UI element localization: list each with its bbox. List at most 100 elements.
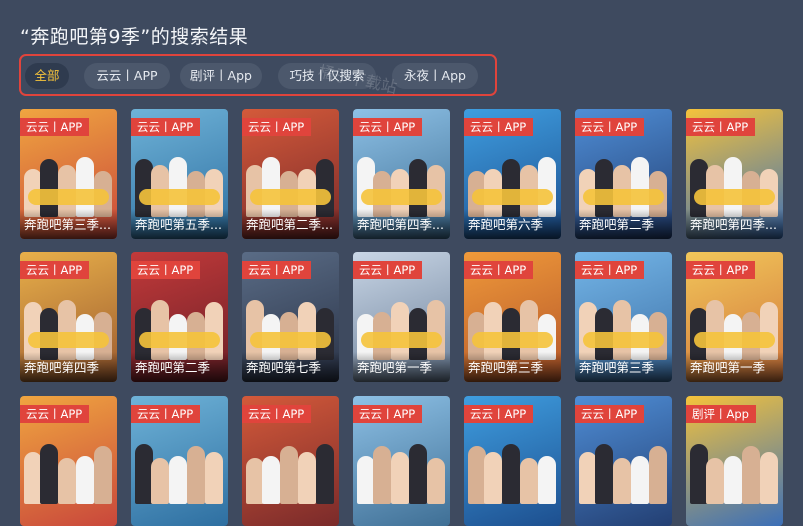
source-tag: 云云丨APP bbox=[20, 405, 90, 423]
poster-figure bbox=[205, 452, 223, 504]
poster-figure bbox=[760, 452, 778, 504]
poster-figures bbox=[242, 147, 339, 217]
show-logo bbox=[694, 189, 775, 205]
poster-figure bbox=[58, 458, 76, 504]
show-logo bbox=[361, 189, 442, 205]
poster-figures bbox=[20, 290, 117, 360]
poster-figures bbox=[464, 147, 561, 217]
result-card[interactable]: 云云丨APP 奔跑吧第二季 bbox=[575, 109, 672, 239]
result-title: 奔跑吧第七季 bbox=[246, 360, 322, 375]
result-title: 奔跑吧第一季 bbox=[690, 360, 766, 375]
source-tag: 云云丨APP bbox=[353, 261, 423, 279]
poster-figure bbox=[631, 456, 649, 504]
poster-figure bbox=[169, 456, 187, 504]
result-card[interactable]: 云云丨APP 奔跑吧第五季... bbox=[131, 109, 228, 239]
result-card[interactable]: 云云丨APP 奔跑吧第六季 bbox=[464, 109, 561, 239]
result-card[interactable]: 云云丨APP 奔跑吧第三季 bbox=[575, 252, 672, 382]
result-title: 奔跑吧第一季 bbox=[357, 360, 433, 375]
results-grid: 云云丨APP 奔跑吧第三季... 云云丨APP 奔跑吧第五季... 云云丨APP 奔跑吧第… bbox=[0, 0, 803, 526]
show-logo bbox=[28, 332, 109, 348]
result-title: 奔跑吧第二季... bbox=[246, 217, 333, 232]
poster-figure bbox=[40, 444, 58, 504]
result-card[interactable]: 剧评丨App bbox=[686, 396, 783, 526]
poster-figure bbox=[151, 300, 169, 360]
result-card[interactable]: 云云丨APP 奔跑吧第二季... bbox=[242, 109, 339, 239]
poster-figures bbox=[242, 434, 339, 504]
result-card[interactable]: 云云丨APP 奔跑吧第四季... bbox=[353, 109, 450, 239]
result-card[interactable]: 云云丨APP bbox=[464, 396, 561, 526]
poster-figure bbox=[538, 157, 556, 217]
show-logo bbox=[139, 332, 220, 348]
result-title: 奔跑吧第三季... bbox=[24, 217, 111, 232]
poster-figure bbox=[706, 300, 724, 360]
show-logo bbox=[694, 332, 775, 348]
source-tag: 云云丨APP bbox=[353, 118, 423, 136]
poster-figures bbox=[20, 434, 117, 504]
result-card[interactable]: 云云丨APP 奔跑吧第七季 bbox=[242, 252, 339, 382]
result-card[interactable]: 云云丨APP bbox=[20, 396, 117, 526]
source-tag: 云云丨APP bbox=[242, 118, 312, 136]
result-title: 奔跑吧第四季 bbox=[24, 360, 100, 375]
source-tag: 云云丨APP bbox=[131, 261, 201, 279]
result-card[interactable]: 云云丨APP bbox=[575, 396, 672, 526]
result-card[interactable]: 云云丨APP 奔跑吧第四季... bbox=[686, 109, 783, 239]
poster-figures bbox=[353, 434, 450, 504]
poster-figure bbox=[94, 446, 112, 504]
source-tag: 云云丨APP bbox=[20, 118, 90, 136]
source-tag: 云云丨APP bbox=[686, 118, 756, 136]
poster-figures bbox=[575, 434, 672, 504]
poster-figure bbox=[520, 458, 538, 504]
poster-figure bbox=[427, 300, 445, 360]
poster-figure bbox=[613, 300, 631, 360]
poster-figure bbox=[298, 452, 316, 504]
source-tag: 云云丨APP bbox=[20, 261, 90, 279]
show-logo bbox=[472, 189, 553, 205]
result-card[interactable]: 云云丨APP 奔跑吧第三季... bbox=[20, 109, 117, 239]
source-tag: 云云丨APP bbox=[131, 118, 201, 136]
source-tag: 云云丨APP bbox=[131, 405, 201, 423]
poster-figures bbox=[353, 290, 450, 360]
poster-figure bbox=[391, 452, 409, 504]
poster-figure bbox=[631, 157, 649, 217]
show-logo bbox=[583, 189, 664, 205]
source-tag: 云云丨APP bbox=[242, 261, 312, 279]
poster-figure bbox=[742, 446, 760, 504]
poster-figure bbox=[262, 456, 280, 504]
show-logo bbox=[250, 332, 331, 348]
result-card[interactable]: 云云丨APP 奔跑吧第四季 bbox=[20, 252, 117, 382]
poster-figure bbox=[76, 157, 94, 217]
poster-figure bbox=[76, 456, 94, 504]
poster-figures bbox=[131, 290, 228, 360]
poster-figures bbox=[575, 290, 672, 360]
show-logo bbox=[250, 189, 331, 205]
result-card[interactable]: 云云丨APP bbox=[242, 396, 339, 526]
poster-figure bbox=[538, 456, 556, 504]
poster-figure bbox=[649, 446, 667, 504]
show-logo bbox=[472, 332, 553, 348]
poster-figures bbox=[20, 147, 117, 217]
poster-figure bbox=[316, 444, 334, 504]
show-logo bbox=[28, 189, 109, 205]
result-title: 奔跑吧第三季 bbox=[468, 360, 544, 375]
poster-figures bbox=[242, 290, 339, 360]
result-card[interactable]: 云云丨APP 奔跑吧第二季 bbox=[131, 252, 228, 382]
poster-figure bbox=[613, 458, 631, 504]
source-tag: 剧评丨App bbox=[686, 405, 756, 423]
show-logo bbox=[139, 189, 220, 205]
result-card[interactable]: 云云丨APP 奔跑吧第三季 bbox=[464, 252, 561, 382]
poster-figures bbox=[686, 290, 783, 360]
result-title: 奔跑吧第六季 bbox=[468, 217, 544, 232]
result-card[interactable]: 云云丨APP 奔跑吧第一季 bbox=[686, 252, 783, 382]
result-card[interactable]: 云云丨APP 奔跑吧第一季 bbox=[353, 252, 450, 382]
source-tag: 云云丨APP bbox=[464, 405, 534, 423]
result-title: 奔跑吧第四季... bbox=[357, 217, 444, 232]
poster-figure bbox=[724, 456, 742, 504]
poster-figures bbox=[686, 147, 783, 217]
result-card[interactable]: 云云丨APP bbox=[131, 396, 228, 526]
poster-figures bbox=[575, 147, 672, 217]
source-tag: 云云丨APP bbox=[464, 118, 534, 136]
poster-figure bbox=[595, 444, 613, 504]
source-tag: 云云丨APP bbox=[242, 405, 312, 423]
poster-figure bbox=[169, 157, 187, 217]
result-card[interactable]: 云云丨APP bbox=[353, 396, 450, 526]
